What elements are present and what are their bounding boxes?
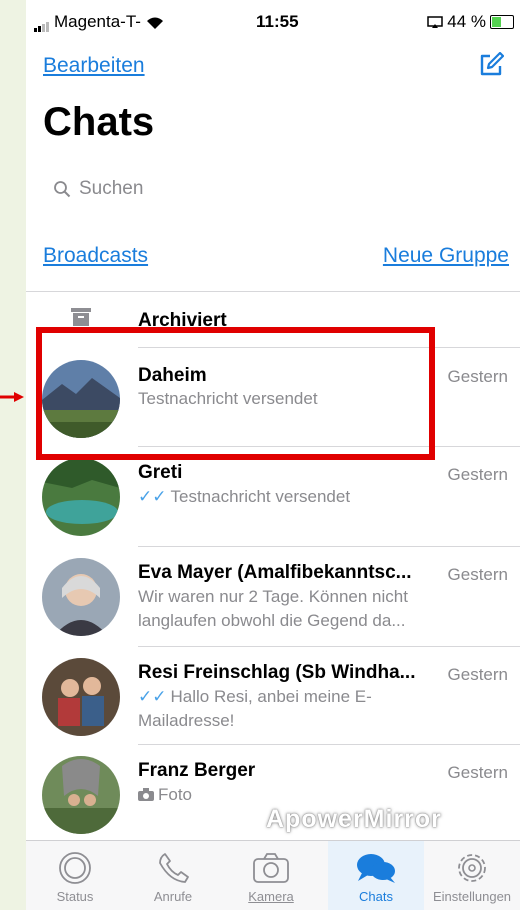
chat-preview-text: Foto (158, 785, 193, 804)
chat-time: Gestern (447, 367, 508, 386)
search-input[interactable]: Suchen (43, 170, 503, 208)
divider (138, 744, 520, 745)
outdoor-avatar-icon (42, 756, 120, 834)
tab-settings[interactable]: Einstellungen (424, 841, 520, 910)
chat-row-eva[interactable]: Eva Mayer (Amalfibekanntsc... Gestern Wi… (26, 548, 520, 646)
edit-button[interactable]: Bearbeiten (43, 54, 145, 78)
status-icon (59, 852, 91, 884)
tab-camera[interactable]: Kamera (222, 841, 320, 910)
screen-mirroring-icon (427, 15, 443, 28)
chat-time: Gestern (447, 763, 508, 782)
tab-label: Status (56, 889, 94, 904)
chats-icon (357, 854, 395, 883)
tab-status[interactable]: Status (26, 841, 124, 910)
chat-row-greti[interactable]: Greti Gestern ✓✓ Testnachricht versendet (26, 448, 520, 546)
chat-time: Gestern (447, 465, 508, 484)
avatar (42, 756, 120, 834)
chat-name: Eva Mayer (Amalfibekanntsc... (138, 562, 412, 583)
divider (138, 546, 520, 547)
search-icon (54, 181, 71, 198)
compose-icon[interactable] (478, 52, 504, 78)
chat-preview-text: Hallo Resi, anbei meine E-Mailadresse! (138, 687, 372, 730)
camera-icon (138, 788, 154, 801)
status-right: 44 % (427, 12, 514, 32)
tab-label: Kamera (248, 889, 294, 904)
chat-name: Franz Berger (138, 760, 256, 781)
tab-label: Anrufe (153, 889, 193, 904)
double-check-icon: ✓✓ (138, 487, 167, 506)
battery-icon (490, 15, 514, 29)
avatar (42, 658, 120, 736)
double-check-icon: ✓✓ (138, 687, 167, 706)
top-nav: Bearbeiten (26, 50, 520, 86)
phone-icon (159, 853, 189, 883)
watermark: ApowerMirror (266, 805, 442, 833)
chat-name: Greti (138, 462, 183, 483)
avatar (42, 558, 120, 636)
highlight-box (36, 327, 435, 460)
chat-preview: Wir waren nur 2 Tage. Können nicht langl… (138, 587, 408, 630)
status-time: 11:55 (256, 12, 299, 31)
list-links: Broadcasts Neue Gruppe (43, 244, 509, 276)
chat-row-resi[interactable]: Resi Freinschlag (Sb Windha... Gestern ✓… (26, 648, 520, 746)
chat-preview: ✓✓ Testnachricht versendet (138, 485, 438, 509)
couple-avatar-icon (42, 658, 120, 736)
tab-calls[interactable]: Anrufe (124, 841, 222, 910)
signal-icon (34, 12, 50, 32)
gear-icon (458, 854, 486, 882)
tab-label: Chats (359, 889, 393, 904)
person-avatar-icon (42, 558, 120, 636)
wifi-icon (146, 17, 163, 29)
avatar (42, 458, 120, 536)
chat-name: Resi Freinschlag (Sb Windha... (138, 662, 416, 683)
broadcasts-link[interactable]: Broadcasts (43, 244, 148, 268)
divider (138, 646, 520, 647)
chat-preview-text: Testnachricht versendet (170, 487, 351, 506)
archive-icon (71, 308, 91, 326)
lake-avatar-icon (42, 458, 120, 536)
search-placeholder: Suchen (79, 178, 144, 199)
page-title: Chats (43, 100, 155, 144)
chat-preview: ✓✓ Hallo Resi, anbei meine E-Mailadresse! (138, 685, 438, 733)
chat-preview: Foto (138, 783, 438, 807)
chat-time: Gestern (447, 565, 508, 584)
arrow-icon (0, 392, 24, 402)
tab-bar: Status Anrufe Kamera Chats Einstellungen (26, 840, 520, 910)
new-group-link[interactable]: Neue Gruppe (383, 244, 509, 268)
chat-time: Gestern (447, 665, 508, 684)
carrier-name: Magenta-T- (54, 12, 141, 31)
battery-percent: 44 % (447, 12, 486, 31)
status-bar: Magenta-T- 11:55 44 % (26, 0, 520, 44)
status-left: Magenta-T- (34, 12, 165, 32)
tab-label: Einstellungen (432, 889, 512, 904)
camera-icon (253, 853, 289, 883)
tab-chats[interactable]: Chats (328, 841, 424, 910)
